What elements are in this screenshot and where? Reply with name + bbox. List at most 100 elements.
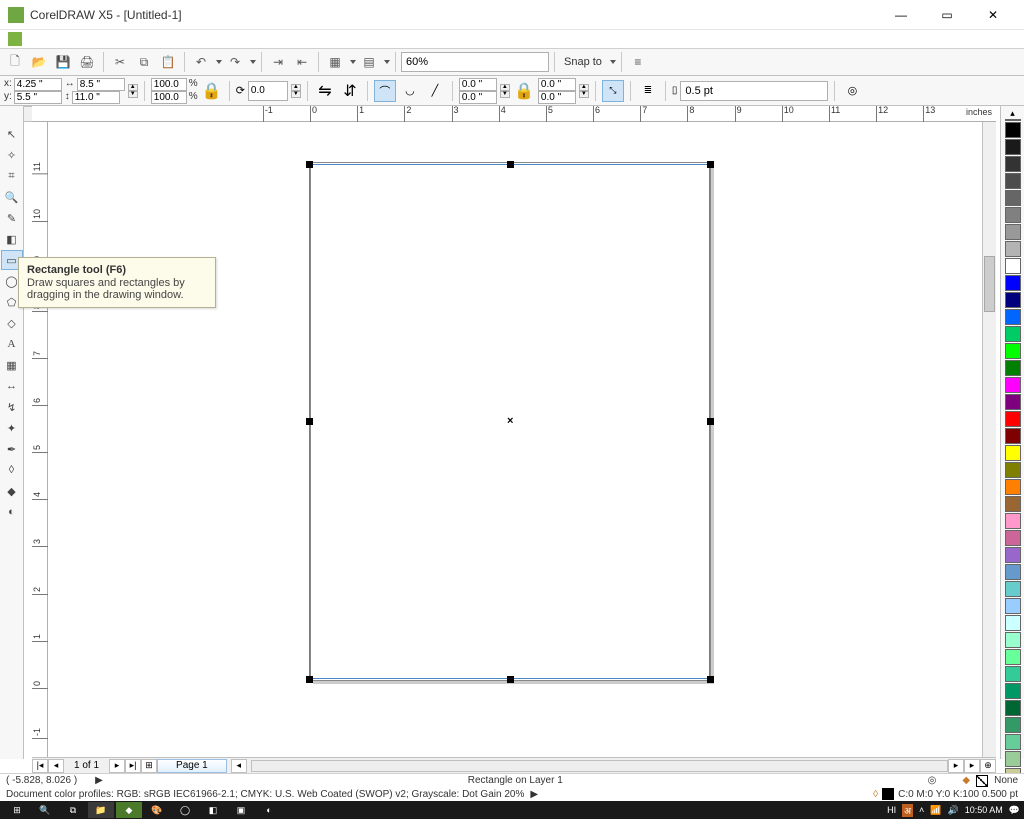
prev-page-button[interactable]: ◂ [48, 759, 64, 773]
outline-pen-icon[interactable]: ◊ [873, 789, 878, 800]
color-swatch[interactable] [1005, 513, 1021, 529]
vscroll-thumb[interactable] [984, 256, 995, 312]
handle-bm[interactable] [507, 676, 514, 683]
handle-br[interactable] [707, 676, 714, 683]
color-swatch[interactable] [1005, 717, 1021, 733]
color-swatch[interactable] [1005, 734, 1021, 750]
publish-dropdown-icon[interactable] [350, 60, 356, 64]
handle-tr[interactable] [707, 161, 714, 168]
outline-width-select[interactable] [680, 81, 828, 101]
color-swatch[interactable] [1005, 224, 1021, 240]
next-page-button[interactable]: ▸ [109, 759, 125, 773]
color-swatch[interactable] [1005, 173, 1021, 189]
handle-tl[interactable] [306, 161, 313, 168]
color-swatch[interactable] [1005, 207, 1021, 223]
text-tool[interactable]: A [1, 334, 23, 354]
snapto-dropdown-icon[interactable] [610, 60, 616, 64]
zoom-tool[interactable]: 🔍 [1, 187, 23, 207]
width-input[interactable] [77, 78, 125, 91]
lock-ratio-button[interactable]: 🔒 [201, 80, 223, 102]
color-swatch[interactable] [1005, 394, 1021, 410]
dimension-tool[interactable]: ↔ [1, 376, 23, 396]
fill-icon[interactable]: ◆ [962, 775, 970, 786]
size-spinner[interactable]: ▲▼ [128, 84, 138, 98]
undo-dropdown-icon[interactable] [216, 60, 222, 64]
minimize-button[interactable]: — [878, 0, 924, 30]
corner-tr-input[interactable] [538, 78, 576, 91]
y-input[interactable] [14, 91, 62, 104]
horizontal-scrollbar[interactable] [251, 760, 948, 772]
last-page-button[interactable]: ▸| [125, 759, 141, 773]
publish-pdf-button[interactable]: ▦ [324, 51, 346, 73]
zoom-in-status-button[interactable]: ⊕ [980, 759, 996, 773]
rotation-spinner[interactable]: ▲▼ [291, 84, 301, 98]
task-corel[interactable]: ◆ [116, 802, 142, 818]
import-button[interactable]: ⇥ [267, 51, 289, 73]
paste-button[interactable]: 📋 [157, 51, 179, 73]
corner-tl-input[interactable] [459, 78, 497, 91]
interactive-fill-tool[interactable]: ◐ [1, 502, 23, 522]
eyedropper-tool[interactable]: ✒ [1, 439, 23, 459]
table-tool[interactable]: ▦ [1, 355, 23, 375]
color-swatch[interactable] [1005, 139, 1021, 155]
color-swatch[interactable] [1005, 530, 1021, 546]
corner-lock-button[interactable]: 🔒 [513, 80, 535, 102]
text-wrap-button[interactable]: ≣ [637, 80, 659, 102]
profiles-expand-icon[interactable]: ▶ [530, 789, 538, 800]
launcher-dropdown-icon[interactable] [384, 60, 390, 64]
task-view[interactable]: ⧉ [60, 802, 86, 818]
copy-button[interactable]: ⧉ [133, 51, 155, 73]
to-front-button[interactable]: ◎ [841, 80, 863, 102]
outline-tool[interactable]: ◊ [1, 460, 23, 480]
snap-to-label[interactable]: Snap to [564, 56, 602, 68]
color-swatch[interactable] [1005, 190, 1021, 206]
mirror-v-button[interactable]: ⇵ [339, 80, 361, 102]
page-tab[interactable]: Page 1 [157, 759, 227, 773]
color-swatch[interactable] [1005, 581, 1021, 597]
basic-shapes-tool[interactable]: ◇ [1, 313, 23, 333]
color-swatch[interactable] [1005, 326, 1021, 342]
hscroll-left-button[interactable]: ◂ [231, 759, 247, 773]
height-input[interactable] [72, 91, 120, 104]
color-swatch[interactable] [1005, 411, 1021, 427]
drawing-canvas[interactable]: × [48, 122, 996, 759]
scale-x-input[interactable] [151, 78, 187, 91]
task-app4[interactable]: ◐ [256, 802, 282, 818]
tray-volume-icon[interactable]: 🔊 [948, 805, 959, 816]
tray-lang-label[interactable]: HI [887, 805, 896, 815]
color-swatch[interactable] [1005, 632, 1021, 648]
effects-tool[interactable]: ✦ [1, 418, 23, 438]
color-swatch[interactable] [1005, 445, 1021, 461]
tray-up-icon[interactable]: ˄ [919, 805, 924, 815]
object-details-icon[interactable]: ◎ [928, 775, 937, 786]
color-swatch[interactable] [1005, 683, 1021, 699]
color-swatch[interactable] [1005, 700, 1021, 716]
task-search[interactable]: 🔍 [32, 802, 58, 818]
corner-left-spinner[interactable]: ▲▼ [500, 84, 510, 98]
color-swatch[interactable] [1005, 360, 1021, 376]
new-button[interactable]: 🗋 [4, 51, 26, 73]
color-swatch[interactable] [1005, 428, 1021, 444]
vertical-scrollbar[interactable] [982, 122, 996, 759]
color-swatch[interactable] [1005, 122, 1021, 138]
task-app3[interactable]: ▣ [228, 802, 254, 818]
maximize-button[interactable]: ▭ [924, 0, 970, 30]
color-swatch[interactable] [1005, 547, 1021, 563]
color-swatch[interactable] [1005, 666, 1021, 682]
save-button[interactable]: 💾 [52, 51, 74, 73]
start-button[interactable]: ⊞ [4, 802, 30, 818]
no-color-swatch[interactable] [1005, 119, 1021, 121]
redo-button[interactable]: ↷ [224, 51, 246, 73]
color-swatch[interactable] [1005, 751, 1021, 767]
first-page-button[interactable]: |◂ [32, 759, 48, 773]
scale-y-input[interactable] [151, 91, 187, 104]
pick-tool[interactable]: ↖ [1, 124, 23, 144]
smart-fill-tool[interactable]: ◧ [1, 229, 23, 249]
hscroll-right-button[interactable]: ▸ [948, 759, 964, 773]
redo-dropdown-icon[interactable] [250, 60, 256, 64]
task-app1[interactable]: ◯ [172, 802, 198, 818]
handle-mr[interactable] [707, 418, 714, 425]
color-swatch[interactable] [1005, 156, 1021, 172]
tray-ime-label[interactable]: अ [902, 804, 913, 817]
no-fill-swatch-icon[interactable] [976, 775, 988, 787]
